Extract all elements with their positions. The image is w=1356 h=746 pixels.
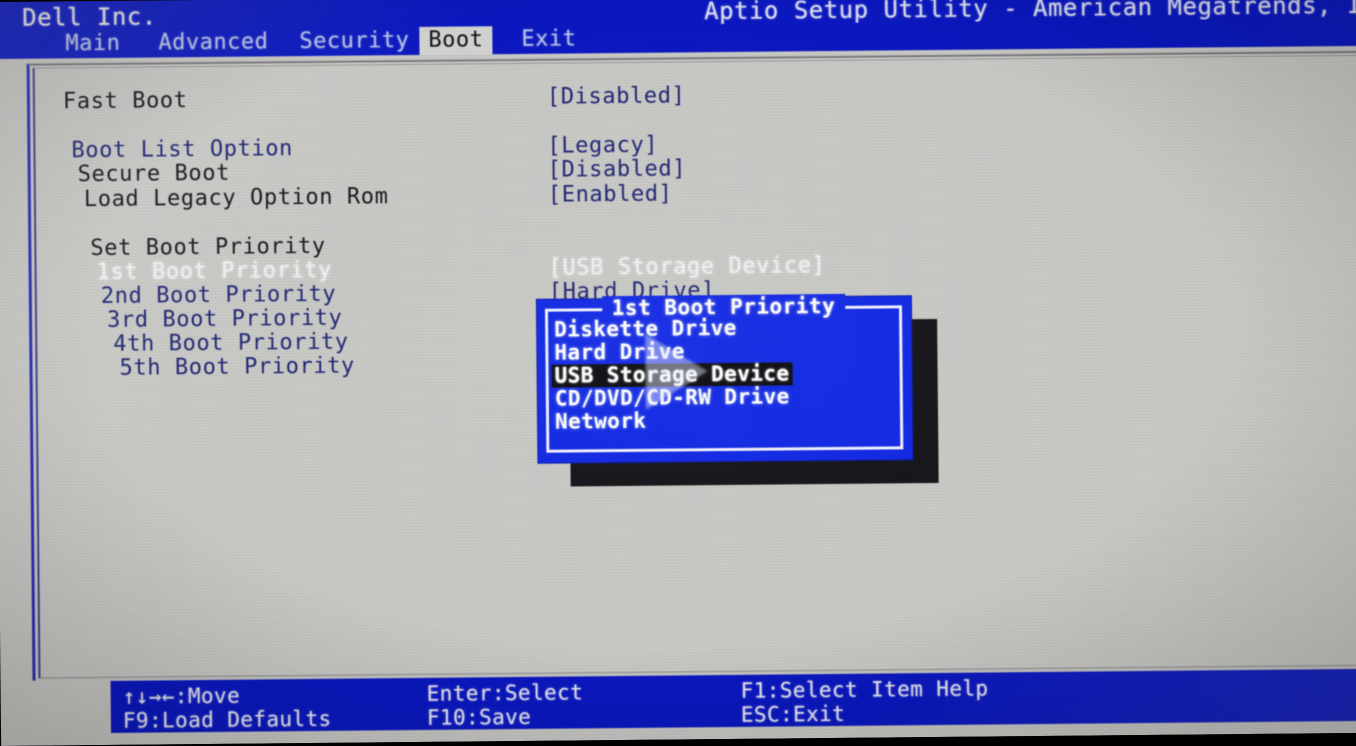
- setting-label: Secure Boot: [77, 160, 231, 188]
- footer-move: ↑↓→←:Move: [122, 683, 241, 709]
- tab-exit[interactable]: Exit: [512, 25, 585, 54]
- dialog-option-list: Diskette Drive Hard Drive USB Storage De…: [551, 315, 902, 434]
- setting-value[interactable]: [Legacy]: [547, 133, 658, 159]
- bios-setup-screen: Dell Inc. Aptio Setup Utility - American…: [0, 0, 1356, 746]
- footer-load-defaults: F9:Load Defaults: [122, 706, 332, 733]
- setting-group-label: Set Boot Priority: [90, 233, 326, 262]
- photographed-monitor: Dell Inc. Aptio Setup Utility - American…: [0, 0, 1356, 746]
- dialog-option-cd-dvd-drive[interactable]: CD/DVD/CD-RW Drive: [552, 384, 793, 410]
- setting-label: 3rd Boot Priority: [106, 305, 343, 333]
- footer-exit: ESC:Exit: [740, 701, 846, 727]
- tab-security[interactable]: Security: [290, 27, 418, 56]
- setting-label: 4th Boot Priority: [113, 329, 349, 357]
- setting-label: Boot List Option: [71, 136, 294, 164]
- oem-name: Dell Inc.: [22, 2, 157, 32]
- tab-advanced[interactable]: Advanced: [149, 28, 277, 57]
- setting-value[interactable]: [Enabled]: [548, 181, 673, 207]
- footer-item-help: F1:Select Item Help: [740, 676, 989, 703]
- setting-label: 2nd Boot Priority: [100, 281, 337, 309]
- setting-value[interactable]: [Disabled]: [548, 156, 687, 182]
- setting-label: Fast Boot: [62, 88, 188, 115]
- boot-priority-dialog[interactable]: 1st Boot Priority Diskette Drive Hard Dr…: [536, 293, 913, 463]
- setting-label: 1st Boot Priority: [96, 257, 333, 286]
- dialog-option-diskette-drive[interactable]: Diskette Drive: [551, 316, 740, 342]
- footer-save: F10:Save: [426, 704, 532, 730]
- footer-enter-select: Enter:Select: [426, 680, 584, 706]
- setting-value[interactable]: [Disabled]: [547, 83, 686, 109]
- dialog-option-hard-drive[interactable]: Hard Drive: [551, 339, 688, 364]
- dialog-option-network[interactable]: Network: [552, 409, 650, 434]
- setting-label: Load Legacy Option Rom: [83, 184, 389, 213]
- tab-boot[interactable]: Boot: [419, 26, 493, 55]
- footer-help-bar: ↑↓→←:Move Enter:Select F1:Select Item He…: [110, 668, 1356, 733]
- setting-label: 5th Boot Priority: [119, 353, 356, 381]
- tab-main[interactable]: Main: [56, 30, 129, 59]
